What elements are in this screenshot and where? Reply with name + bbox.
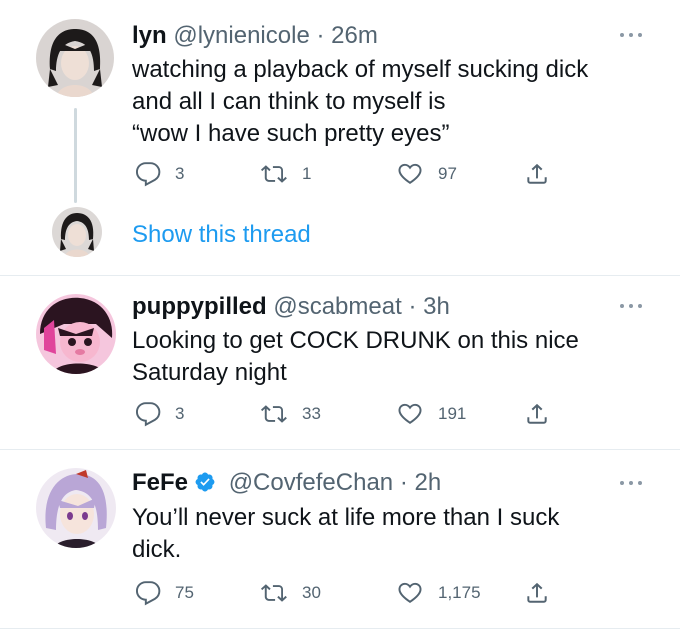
like-icon bbox=[398, 582, 422, 603]
tweet-text: Looking to get COCK DRUNK on this nice S… bbox=[132, 325, 579, 389]
reply-count: 75 bbox=[175, 583, 194, 602]
like-button[interactable]: 191 bbox=[396, 399, 466, 429]
tweet-puppypilled[interactable]: puppypilled @scabmeat · 3h Looking to ge… bbox=[0, 276, 680, 449]
retweet-icon bbox=[261, 165, 287, 183]
reply-count: 3 bbox=[175, 404, 185, 423]
more-icon[interactable] bbox=[620, 303, 644, 309]
reply-button[interactable]: 3 bbox=[135, 399, 184, 429]
like-button[interactable]: 1,175 bbox=[396, 578, 481, 608]
retweet-count: 30 bbox=[302, 583, 321, 602]
more-icon[interactable] bbox=[620, 480, 644, 486]
avatar-puppypilled[interactable] bbox=[36, 294, 116, 374]
retweet-count: 1 bbox=[302, 164, 312, 183]
tweet-text-line: and all I can think to myself is bbox=[132, 88, 446, 115]
like-button[interactable]: 97 bbox=[396, 159, 457, 189]
tweet-text-line: dick. bbox=[132, 536, 182, 563]
show-thread-link[interactable]: Show this thread bbox=[132, 221, 311, 249]
tweet-text-line: Looking to get COCK DRUNK on this nice bbox=[132, 327, 579, 354]
tweet-text-line: “wow I have such pretty eyes” bbox=[132, 120, 450, 147]
like-icon bbox=[398, 163, 422, 184]
tweet-text: You’ll never suck at life more than I su… bbox=[132, 502, 559, 566]
reply-icon bbox=[135, 162, 161, 187]
avatar-lyn[interactable] bbox=[36, 19, 114, 97]
reply-icon bbox=[135, 581, 161, 606]
verified-badge-icon bbox=[195, 472, 215, 492]
share-button[interactable] bbox=[524, 399, 550, 429]
display-name[interactable]: FeFe bbox=[132, 469, 188, 496]
retweet-button[interactable]: 30 bbox=[260, 578, 321, 608]
tweet-fefe[interactable]: FeFe @CovfefeChan · 2h You’ll never suck… bbox=[0, 450, 680, 630]
tweet-actions: 3 33 191 bbox=[0, 399, 680, 429]
like-icon bbox=[398, 403, 422, 424]
tweet-text-line: You’ll never suck at life more than I su… bbox=[132, 504, 560, 531]
like-count: 97 bbox=[438, 164, 457, 183]
tweet-header: puppypilled @scabmeat · 3h bbox=[132, 293, 450, 321]
tweet-header: lyn @lynienicole · 26m bbox=[132, 22, 378, 50]
reply-icon bbox=[135, 402, 161, 427]
retweet-count: 33 bbox=[302, 404, 321, 423]
retweet-button[interactable]: 33 bbox=[260, 399, 321, 429]
reply-button[interactable]: 3 bbox=[135, 159, 184, 189]
share-icon bbox=[527, 163, 547, 184]
like-count: 191 bbox=[438, 404, 467, 423]
like-count: 1,175 bbox=[438, 583, 481, 602]
retweet-button[interactable]: 1 bbox=[260, 159, 311, 189]
display-name[interactable]: lyn bbox=[132, 22, 167, 49]
share-button[interactable] bbox=[524, 159, 550, 189]
display-name[interactable]: puppypilled bbox=[132, 293, 267, 320]
share-button[interactable] bbox=[524, 578, 550, 608]
retweet-icon bbox=[261, 405, 287, 423]
tweet-actions: 75 30 1,175 bbox=[0, 578, 680, 608]
more-icon[interactable] bbox=[620, 32, 644, 38]
separator-dot: · bbox=[408, 293, 417, 320]
separator-dot: · bbox=[399, 469, 408, 496]
share-icon bbox=[527, 582, 547, 603]
tweet-text: watching a playback of myself sucking di… bbox=[132, 54, 588, 150]
avatar-lyn-small[interactable] bbox=[52, 207, 102, 257]
tweet-actions: 3 1 97 bbox=[0, 159, 680, 189]
reply-button[interactable]: 75 bbox=[135, 578, 194, 608]
separator-dot: · bbox=[316, 22, 325, 49]
reply-count: 3 bbox=[175, 164, 185, 183]
retweet-icon bbox=[261, 584, 287, 602]
user-handle[interactable]: @lynienicole bbox=[173, 22, 309, 49]
tweet-text-line: Saturday night bbox=[132, 359, 287, 386]
tweet-text-line: watching a playback of myself sucking di… bbox=[132, 56, 589, 83]
timestamp[interactable]: 2h bbox=[414, 469, 441, 496]
user-handle[interactable]: @CovfefeChan bbox=[229, 469, 393, 496]
timestamp[interactable]: 26m bbox=[331, 22, 378, 49]
tweet-divider bbox=[0, 628, 680, 629]
avatar-fefe[interactable] bbox=[36, 468, 116, 548]
tweet-header: FeFe @CovfefeChan · 2h bbox=[132, 469, 441, 497]
user-handle[interactable]: @scabmeat bbox=[273, 293, 401, 320]
timestamp[interactable]: 3h bbox=[423, 293, 450, 320]
share-icon bbox=[527, 403, 547, 424]
tweet-lyn[interactable]: lyn @lynienicole · 26m watching a playba… bbox=[0, 0, 680, 275]
